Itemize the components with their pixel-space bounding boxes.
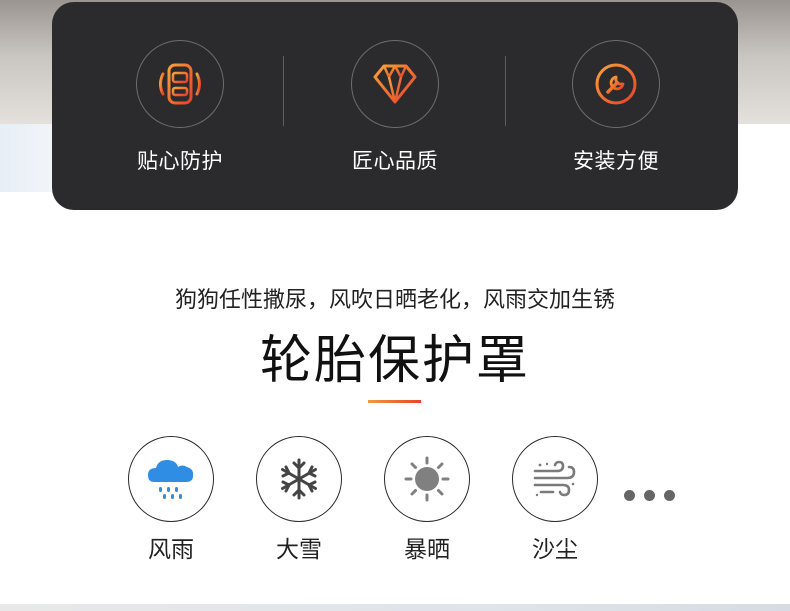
features-card: 贴心防护 匠心品质 安装方便 [52,2,738,210]
dot [624,490,635,501]
divider [505,56,506,126]
dot [664,490,675,501]
wrench-icon [595,63,637,105]
feature-label: 匠心品质 [352,149,438,173]
sun-icon [404,456,450,502]
car-shield-icon [159,63,201,105]
rain-cloud-icon [148,460,194,499]
feature-icon-ring [136,40,224,128]
weather-icon-ring [128,436,214,522]
diamond-icon [373,64,417,104]
divider [283,56,284,126]
feature-quality: 匠心品质 [305,40,485,175]
feature-label: 安装方便 [573,149,659,173]
feature-icon-ring [572,40,660,128]
title-underline [368,400,421,403]
weather-item-rain: 风雨 [121,436,221,564]
weather-item-snow: 大雪 [249,436,349,564]
feature-installation: 安装方便 [526,40,706,175]
weather-item-sun: 暴晒 [377,436,477,564]
snowflake-icon [281,458,317,500]
dot [644,490,655,501]
feature-label: 贴心防护 [137,149,223,173]
weather-label: 大雪 [276,537,322,563]
next-section-edge [0,604,790,611]
feature-icon-ring [351,40,439,128]
weather-icon-ring [512,436,598,522]
background-photo-edge [0,124,60,192]
weather-label: 暴晒 [404,537,450,563]
weather-label: 风雨 [148,537,194,563]
tagline: 狗狗任性撒尿，风吹日晒老化，风雨交加生锈 [174,288,615,313]
weather-icon-ring [256,436,342,522]
more-dots [624,486,684,501]
page-title: 轮胎保护罩 [259,331,530,391]
feature-protection: 贴心防护 [90,40,270,175]
weather-icon-ring [384,436,470,522]
dust-wind-icon [533,460,576,497]
weather-item-dust: 沙尘 [505,436,605,564]
weather-label: 沙尘 [532,537,578,563]
